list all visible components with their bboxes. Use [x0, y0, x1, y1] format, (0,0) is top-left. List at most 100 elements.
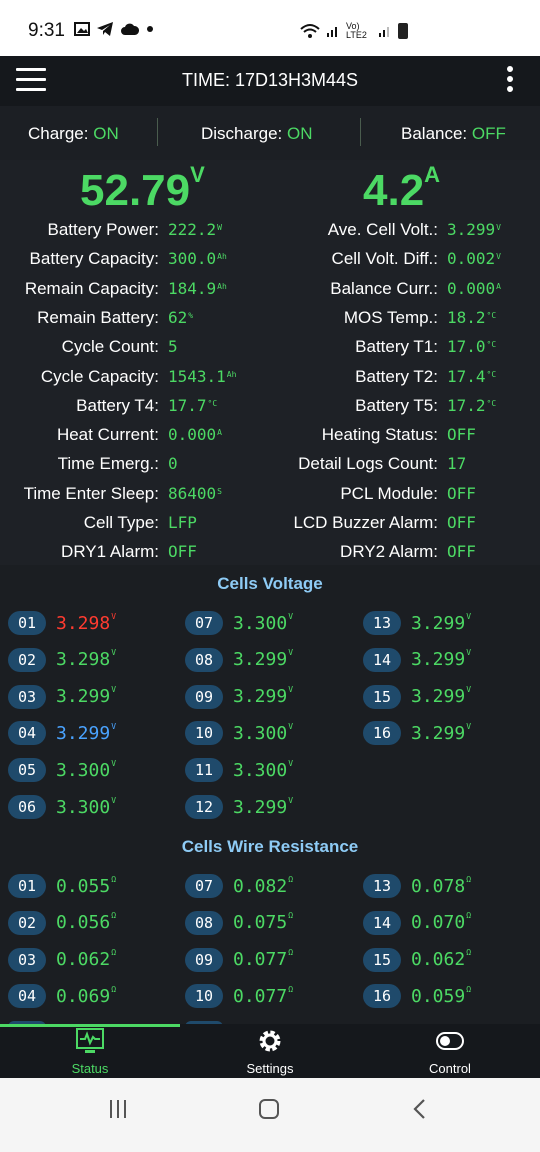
- tab-control[interactable]: Control: [360, 1028, 540, 1076]
- toggle-icon: [436, 1032, 464, 1050]
- cell-unit: Ω: [466, 984, 472, 994]
- recent-apps-icon[interactable]: [107, 1098, 129, 1120]
- cell-value: 3.299V: [56, 722, 116, 744]
- total-current-value: 4.2: [363, 166, 425, 215]
- cell-item: 02 0.056Ω: [8, 909, 116, 937]
- balance-label: Balance:: [401, 124, 468, 143]
- cell-number-badge: 06: [8, 795, 46, 819]
- cell-unit: V: [111, 795, 117, 805]
- cell-unit: Ω: [288, 948, 294, 958]
- notification-icons: [74, 21, 154, 37]
- cell-unit: Ω: [466, 874, 472, 884]
- cell-value-text: 3.299: [411, 722, 466, 744]
- more-options-icon[interactable]: [506, 66, 514, 96]
- cell-value-text: 3.299: [411, 612, 466, 634]
- param-value-text: 17.0: [447, 337, 486, 357]
- cell-value: 3.300V: [56, 759, 116, 781]
- param-row: Detail Logs Count: 17: [0, 451, 540, 477]
- param-row: Ave. Cell Volt.: 3.299V: [0, 217, 540, 243]
- cell-number-badge: 03: [8, 947, 46, 972]
- cell-number-badge: 13: [363, 874, 401, 898]
- cell-value: 3.300V: [233, 759, 293, 781]
- tab-status-label: Status: [71, 1061, 109, 1076]
- cell-number-badge: 09: [185, 947, 223, 972]
- cell-value-text: 3.299: [233, 686, 288, 708]
- param-label: LCD Buzzer Alarm:: [293, 513, 438, 532]
- cell-number-badge: 10: [185, 721, 223, 746]
- param-unit: °C: [486, 310, 497, 320]
- cell-item: 02 3.298V: [8, 646, 116, 674]
- cell-unit: Ω: [111, 911, 117, 921]
- cell-value-text: 0.059: [411, 985, 466, 1007]
- param-value-text: OFF: [447, 513, 476, 532]
- cell-value: 0.082Ω: [233, 875, 293, 897]
- tab-control-label: Control: [429, 1061, 471, 1076]
- param-value-text: OFF: [447, 483, 476, 503]
- total-current: 4.2A: [363, 162, 440, 216]
- param-unit: V: [496, 252, 501, 262]
- cell-value-text: 3.299: [411, 649, 466, 671]
- cell-number-badge: 12: [185, 795, 223, 819]
- param-value: OFF: [447, 539, 476, 565]
- cell-unit: V: [288, 648, 294, 658]
- cell-unit: V: [288, 685, 294, 695]
- param-row: PCL Module: OFF: [0, 481, 540, 507]
- cell-value: 0.070Ω: [411, 911, 471, 934]
- charge-value: ON: [93, 124, 119, 143]
- total-voltage-unit: V: [190, 162, 205, 187]
- cell-value-text: 3.300: [233, 612, 288, 634]
- param-row: Balance Curr.: 0.000A: [0, 276, 540, 302]
- cell-value: 3.299V: [233, 648, 294, 671]
- cell-item: 08 3.299V: [185, 646, 293, 674]
- cell-value-text: 3.299: [233, 649, 288, 671]
- cell-number-badge: 11: [185, 758, 223, 783]
- cell-number-badge: 08: [185, 910, 223, 935]
- cell-item: 01 3.298V: [8, 609, 116, 637]
- cell-value: 3.300V: [233, 612, 293, 634]
- discharge-status: Discharge: ON: [201, 124, 313, 144]
- cell-item: 13 0.078Ω: [363, 872, 471, 900]
- bottom-navigation: Status Settings Control: [0, 1024, 540, 1078]
- home-icon[interactable]: [257, 1098, 281, 1120]
- param-row: Battery T5: 17.2°C: [0, 393, 540, 419]
- cell-number-badge: 04: [8, 721, 46, 746]
- total-voltage: 52.79V: [80, 162, 205, 216]
- cell-value-text: 3.299: [56, 686, 111, 708]
- back-icon[interactable]: [410, 1098, 430, 1120]
- cell-number-badge: 02: [8, 910, 46, 935]
- cell-value-text: 0.070: [411, 912, 466, 934]
- param-label: DRY2 Alarm:: [340, 542, 438, 562]
- cell-unit: V: [288, 795, 294, 805]
- cell-unit: Ω: [111, 948, 117, 958]
- param-label: Ave. Cell Volt.:: [327, 220, 438, 239]
- param-row: DRY2 Alarm: OFF: [0, 539, 540, 565]
- param-value: OFF: [447, 481, 476, 507]
- cell-item: 16 0.059Ω: [363, 982, 471, 1010]
- charge-status: Charge: ON: [28, 124, 119, 144]
- cell-number-badge: 04: [8, 984, 46, 1009]
- cell-value-text: 0.077: [233, 949, 288, 971]
- param-label: Cell Volt. Diff.:: [331, 249, 438, 269]
- balance-value: OFF: [471, 124, 506, 143]
- cell-value: 3.299V: [411, 648, 471, 671]
- tab-settings[interactable]: Settings: [180, 1028, 360, 1076]
- param-value: OFF: [447, 510, 476, 536]
- cell-number-badge: 14: [363, 647, 401, 672]
- cell-item: 03 0.062Ω: [8, 946, 116, 974]
- cell-value: 3.299V: [411, 685, 471, 708]
- cell-value-text: 0.082: [233, 875, 288, 897]
- cell-number-badge: 01: [8, 874, 46, 898]
- cell-value: 3.299V: [56, 685, 116, 708]
- cell-item: 03 3.299V: [8, 683, 116, 711]
- balance-status: Balance: OFF: [401, 124, 506, 144]
- param-row: Battery T2: 17.4°C: [0, 364, 540, 390]
- cell-item: 12 3.299V: [185, 793, 293, 821]
- tab-status[interactable]: Status: [0, 1028, 180, 1076]
- cell-number-badge: 03: [8, 684, 46, 709]
- param-value: OFF: [447, 422, 476, 448]
- cell-unit: Ω: [288, 911, 294, 921]
- cell-item: 09 3.299V: [185, 683, 293, 711]
- cell-item: 14 3.299V: [363, 646, 471, 674]
- cell-value-text: 3.299: [411, 686, 466, 708]
- cell-item: 07 0.082Ω: [185, 872, 293, 900]
